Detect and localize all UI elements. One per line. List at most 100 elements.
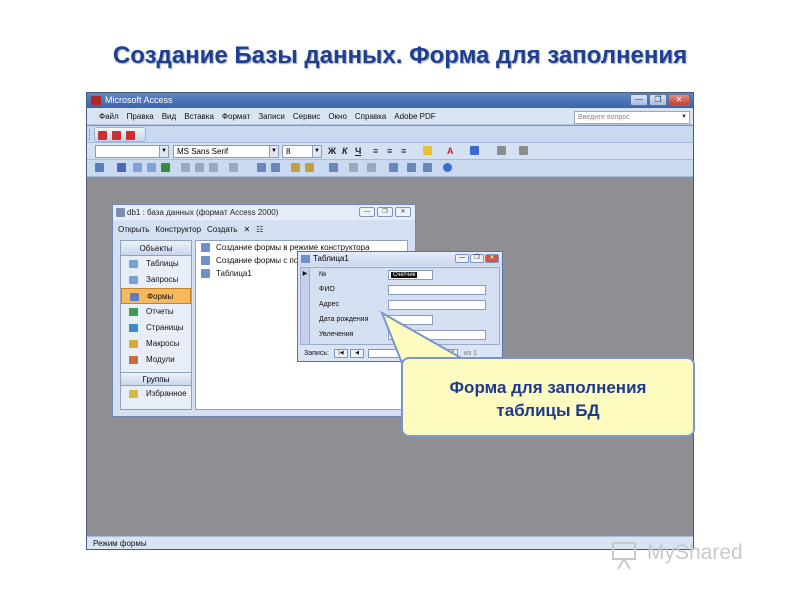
- minimize-button[interactable]: —: [455, 254, 469, 263]
- help-icon[interactable]: [443, 163, 452, 172]
- find-icon[interactable]: [329, 163, 338, 172]
- query-icon: [129, 276, 138, 284]
- prev-record-button[interactable]: ◀: [350, 349, 364, 358]
- print-preview-icon[interactable]: [147, 163, 156, 172]
- delete-record-icon[interactable]: [367, 163, 376, 172]
- database-window-icon[interactable]: [407, 163, 416, 172]
- access-window: Microsoft Access — ❐ ✕ Файл Правка Вид В…: [86, 92, 694, 550]
- database-toolbar: Открыть Конструктор Создать ✕ ☷: [113, 221, 415, 239]
- menu-tools[interactable]: Сервис: [293, 108, 320, 124]
- pdf-review-icon[interactable]: [126, 131, 135, 140]
- cut-icon[interactable]: [181, 163, 190, 172]
- object-label: Таблицы: [146, 259, 179, 268]
- toolbar-grip[interactable]: [89, 129, 92, 140]
- restore-button[interactable]: ❐: [470, 254, 484, 263]
- field-fio-input[interactable]: [388, 285, 486, 295]
- design-button[interactable]: Конструктор: [155, 221, 201, 239]
- restore-button[interactable]: ❐: [377, 207, 393, 217]
- chevron-down-icon[interactable]: ▼: [680, 113, 688, 122]
- group-item-favorites[interactable]: Избранное: [121, 386, 191, 402]
- menu-window[interactable]: Окно: [328, 108, 347, 124]
- filter-apply-icon[interactable]: [305, 163, 314, 172]
- object-item-modules[interactable]: Модули: [121, 352, 191, 368]
- field-hobbies-input[interactable]: [388, 330, 486, 340]
- underline-button[interactable]: Ч: [355, 146, 361, 156]
- minimize-button[interactable]: —: [359, 207, 375, 217]
- sort-descending-icon[interactable]: [271, 163, 280, 172]
- close-button[interactable]: ✕: [668, 94, 690, 106]
- font-size-combo[interactable]: 8 ▼: [282, 145, 322, 158]
- align-right-icon[interactable]: ≡: [401, 146, 406, 156]
- menu-format[interactable]: Формат: [222, 108, 250, 124]
- object-item-queries[interactable]: Запросы: [121, 272, 191, 288]
- new-record-icon[interactable]: [349, 163, 358, 172]
- view-options-icon[interactable]: ☷: [256, 221, 263, 239]
- paste-icon[interactable]: [209, 163, 218, 172]
- object-label: Страницы: [146, 323, 184, 332]
- record-selector[interactable]: ▶: [301, 268, 310, 344]
- view-icon[interactable]: [95, 163, 104, 172]
- chevron-down-icon[interactable]: ▼: [269, 146, 278, 157]
- copy-icon[interactable]: [195, 163, 204, 172]
- module-icon: [129, 356, 138, 364]
- chevron-down-icon[interactable]: ▼: [159, 146, 168, 157]
- menu-file[interactable]: Файл: [99, 108, 119, 124]
- database-icon: [116, 208, 125, 217]
- menu-help[interactable]: Справка: [355, 108, 386, 124]
- page-icon: [129, 324, 138, 332]
- filter-icon[interactable]: [291, 163, 300, 172]
- menu-edit[interactable]: Правка: [127, 108, 154, 124]
- bold-button[interactable]: Ж: [328, 146, 336, 156]
- record-number-input[interactable]: 1: [368, 349, 408, 358]
- field-number-input[interactable]: Счетчик: [388, 270, 433, 280]
- first-record-button[interactable]: |◀: [334, 349, 348, 358]
- font-name-combo[interactable]: MS Sans Serif ▼: [173, 145, 279, 158]
- print-icon[interactable]: [133, 163, 142, 172]
- new-object-icon[interactable]: [423, 163, 432, 172]
- sort-ascending-icon[interactable]: [257, 163, 266, 172]
- spelling-icon[interactable]: [161, 163, 170, 172]
- undo-icon[interactable]: [229, 163, 238, 172]
- new-button[interactable]: Создать: [207, 221, 237, 239]
- restore-button[interactable]: ❐: [649, 94, 667, 106]
- close-button[interactable]: ✕: [485, 254, 499, 263]
- align-left-icon[interactable]: ≡: [373, 146, 378, 156]
- menu-view[interactable]: Вид: [162, 108, 176, 124]
- object-item-pages[interactable]: Страницы: [121, 320, 191, 336]
- wizard-icon: [201, 256, 210, 265]
- help-question-input[interactable]: Введите вопрос ▼: [574, 111, 690, 124]
- minimize-button[interactable]: —: [630, 94, 648, 106]
- fill-color-icon[interactable]: [423, 146, 432, 155]
- object-combo[interactable]: ▼: [95, 145, 169, 158]
- field-birthdate-input[interactable]: [388, 315, 433, 325]
- properties-icon[interactable]: [389, 163, 398, 172]
- open-button[interactable]: Открыть: [118, 221, 149, 239]
- border-style-icon[interactable]: [519, 146, 528, 155]
- app-titlebar: Microsoft Access — ❐ ✕: [87, 93, 693, 108]
- chevron-down-icon[interactable]: ▼: [312, 146, 321, 157]
- save-icon[interactable]: [117, 163, 126, 172]
- menu-insert[interactable]: Вставка: [184, 108, 214, 124]
- pdf-email-icon[interactable]: [112, 131, 121, 140]
- align-center-icon[interactable]: ≡: [387, 146, 392, 156]
- record-pointer-icon: ▶: [302, 271, 308, 277]
- menu-records[interactable]: Записи: [258, 108, 285, 124]
- menu-adobe-pdf[interactable]: Adobe PDF: [394, 108, 435, 124]
- delete-icon[interactable]: ✕: [243, 221, 250, 239]
- field-address-input[interactable]: [388, 300, 486, 310]
- font-color-icon[interactable]: A: [447, 146, 454, 156]
- object-item-macros[interactable]: Макросы: [121, 336, 191, 352]
- objects-header[interactable]: Объекты: [121, 241, 191, 256]
- object-item-forms[interactable]: Формы: [121, 288, 191, 304]
- macro-icon: [129, 340, 138, 348]
- object-item-reports[interactable]: Отчеты: [121, 304, 191, 320]
- form-window: Таблица1 — ❐ ✕ ▶ № Счетчик ФИО Адрес Дат…: [297, 251, 503, 362]
- close-button[interactable]: ✕: [395, 207, 411, 217]
- line-width-icon[interactable]: [497, 146, 506, 155]
- pdf-convert-icon[interactable]: [98, 131, 107, 140]
- line-color-icon[interactable]: [470, 146, 479, 155]
- groups-header[interactable]: Группы: [121, 372, 191, 386]
- italic-button[interactable]: К: [342, 146, 348, 156]
- field-label-number: №: [319, 271, 327, 278]
- object-item-tables[interactable]: Таблицы: [121, 256, 191, 272]
